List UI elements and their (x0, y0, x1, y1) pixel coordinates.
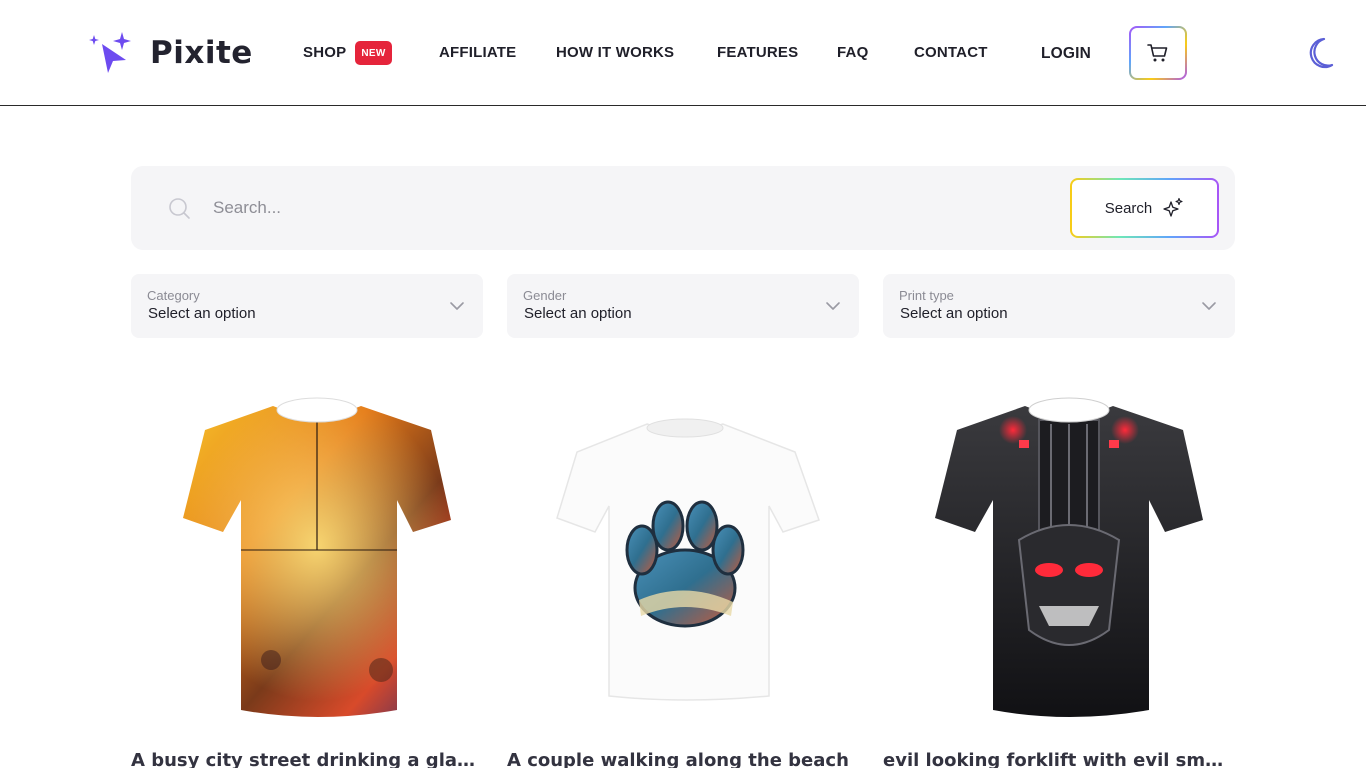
product-image[interactable] (507, 380, 859, 730)
logo[interactable]: Pixite (88, 30, 253, 76)
site-header: Pixite SHOP NEW AFFILIATE HOW IT WORKS F… (0, 0, 1366, 106)
sparkle-cursor-icon (89, 32, 131, 73)
search-button-label: Search (1104, 199, 1153, 217)
moon-icon[interactable] (1304, 37, 1334, 69)
filter-value: Select an option (524, 305, 632, 322)
product-title[interactable]: evil looking forklift with evil smoke (883, 750, 1235, 768)
filter-label: Print type (899, 288, 954, 303)
product-card[interactable]: evil looking forklift with evil smoke (883, 380, 1235, 768)
search-button[interactable]: Search (1070, 178, 1219, 238)
product-title[interactable]: A busy city street drinking a glass of w… (131, 750, 483, 768)
nav-affiliate[interactable]: AFFILIATE (439, 44, 516, 61)
nav-faq[interactable]: FAQ (837, 44, 868, 61)
brand-name: Pixite (150, 35, 253, 71)
chevron-down-icon (1202, 302, 1216, 310)
product-title[interactable]: A couple walking along the beach (507, 750, 859, 768)
product-card[interactable]: A busy city street drinking a glass of w… (131, 380, 483, 768)
print-type-select[interactable]: Print type Select an option (883, 274, 1235, 338)
product-image[interactable] (131, 380, 483, 730)
filter-value: Select an option (900, 305, 1008, 322)
gender-select[interactable]: Gender Select an option (507, 274, 859, 338)
product-card[interactable]: A couple walking along the beach (507, 380, 859, 768)
sparkle-icon (1163, 197, 1183, 217)
search-input[interactable] (213, 190, 1053, 226)
chevron-down-icon (450, 302, 464, 310)
nav-shop[interactable]: SHOP (303, 44, 346, 61)
filter-label: Category (147, 288, 200, 303)
cart-icon (1147, 44, 1168, 62)
nav-how-it-works[interactable]: HOW IT WORKS (556, 44, 674, 61)
nav-contact[interactable]: CONTACT (914, 44, 988, 61)
new-badge: NEW (355, 41, 392, 65)
filter-value: Select an option (148, 305, 256, 322)
search-icon (169, 198, 190, 219)
nav-login[interactable]: LOGIN (1041, 45, 1091, 63)
cart-button[interactable] (1129, 26, 1187, 80)
category-select[interactable]: Category Select an option (131, 274, 483, 338)
nav-features[interactable]: FEATURES (717, 44, 798, 61)
chevron-down-icon (826, 302, 840, 310)
filter-label: Gender (523, 288, 567, 303)
product-image[interactable] (883, 380, 1235, 730)
